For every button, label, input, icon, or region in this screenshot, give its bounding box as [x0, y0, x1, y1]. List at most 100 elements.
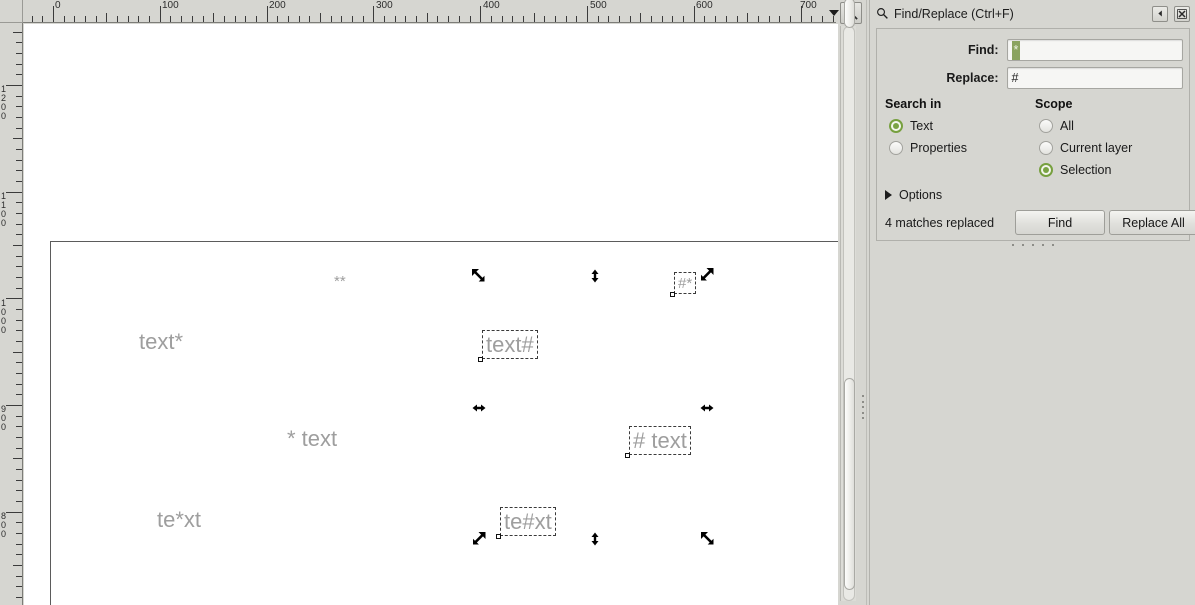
- ruler-label: 1100: [1, 191, 7, 228]
- scrollbar-thumb[interactable]: [844, 378, 855, 590]
- ruler-tick: [16, 362, 22, 363]
- ruler-tick: [16, 309, 22, 310]
- dock-left-button[interactable]: [1152, 5, 1168, 22]
- ruler-tick: [694, 6, 695, 22]
- radio-scope-all[interactable]: All: [1039, 119, 1074, 133]
- ruler-tick: [331, 16, 332, 22]
- ruler-tick: [566, 16, 567, 22]
- ruler-tick: [149, 16, 150, 22]
- canvas-vertical-scrollbar[interactable]: [840, 0, 856, 601]
- selection-corner-handle[interactable]: [670, 292, 675, 297]
- ruler-tick: [16, 448, 22, 449]
- ruler-tick: [13, 565, 22, 566]
- ruler-tick: [16, 554, 22, 555]
- vertical-ruler[interactable]: 1200 1100 1000 900 800: [0, 23, 23, 605]
- ruler-tick: [16, 256, 22, 257]
- ruler-tick: [13, 245, 22, 246]
- ruler-tick: [395, 16, 396, 22]
- radio-label-all: All: [1060, 119, 1074, 133]
- selection-corner-handle[interactable]: [625, 453, 630, 458]
- ruler-tick: [277, 16, 278, 22]
- canvas-text-object-selected[interactable]: # text: [633, 430, 687, 452]
- replace-row: Replace: #: [885, 67, 1183, 89]
- selection-scale-handle-ns[interactable]: [588, 269, 602, 283]
- canvas-text-object-selected[interactable]: text#: [486, 334, 534, 356]
- radio-scope-current-layer[interactable]: Current layer: [1039, 141, 1132, 155]
- ruler-tick: [203, 16, 204, 22]
- ruler-label: 100: [162, 0, 179, 11]
- options-disclosure[interactable]: Options: [885, 188, 942, 202]
- ruler-label: 1000: [1, 298, 7, 335]
- selection-scale-handle-ne-sw[interactable]: [472, 531, 486, 545]
- selection-scale-handle-nw-se[interactable]: [471, 268, 485, 282]
- find-button[interactable]: Find: [1015, 210, 1105, 235]
- ruler-tick: [16, 416, 22, 417]
- selection-scale-handle-nw-se[interactable]: [700, 531, 714, 545]
- ruler-tick: [640, 13, 641, 22]
- replace-input[interactable]: #: [1006, 67, 1183, 89]
- dock-left-icon: [1157, 10, 1162, 17]
- radio-scope-selection[interactable]: Selection: [1039, 163, 1111, 177]
- ruler-tick: [523, 16, 524, 22]
- ruler-tick: [256, 16, 257, 22]
- ruler-tick: [715, 16, 716, 22]
- selection-scale-handle-ne-sw[interactable]: [700, 267, 714, 281]
- application-window: 0 100 200 300 400 500 600 700 1200 1100 1000 900 80…: [0, 0, 1195, 605]
- radio-search-in-text[interactable]: Text: [889, 119, 933, 133]
- ruler-label: 0: [55, 0, 61, 11]
- canvas-text-object[interactable]: * text: [287, 428, 337, 450]
- canvas-text-object-selected[interactable]: #*: [678, 276, 692, 291]
- selection-scale-handle-ew[interactable]: [472, 401, 486, 415]
- ruler-tick: [13, 352, 22, 353]
- selection-corner-handle[interactable]: [478, 357, 483, 362]
- radio-search-in-properties[interactable]: Properties: [889, 141, 967, 155]
- ruler-tick: [779, 16, 780, 22]
- ruler-tick: [491, 16, 492, 22]
- ruler-tick: [16, 320, 22, 321]
- replace-all-button[interactable]: Replace All: [1109, 210, 1195, 235]
- canvas-text-object[interactable]: text*: [139, 331, 183, 353]
- close-panel-button[interactable]: [1174, 5, 1190, 22]
- options-label: Options: [899, 188, 943, 202]
- ruler-tick: [74, 16, 75, 22]
- ruler-tick: [16, 181, 22, 182]
- ruler-tick: [16, 170, 22, 171]
- find-replace-panel: Find/Replace (Ctrl+F) Find: * Replace: #…: [869, 0, 1195, 605]
- ruler-label: 400: [483, 0, 500, 11]
- ruler-tick: [85, 16, 86, 22]
- ruler-tick: [352, 16, 353, 22]
- find-input-value: *: [1011, 40, 1021, 60]
- ruler-tick: [405, 16, 406, 22]
- panel-resize-grip-vertical[interactable]: [861, 395, 865, 419]
- ruler-tick: [170, 16, 171, 22]
- ruler-tick: [726, 16, 727, 22]
- replace-input-value: #: [1011, 71, 1019, 85]
- ruler-tick: [16, 330, 22, 331]
- ruler-tick: [448, 16, 449, 22]
- drawing-canvas[interactable]: ** text* * text te*xt #* text# # text te#xt: [24, 24, 838, 605]
- ruler-tick: [16, 74, 22, 75]
- ruler-tick: [16, 597, 22, 598]
- ruler-tick: [16, 277, 22, 278]
- horizontal-ruler[interactable]: 0 100 200 300 400 500 600 700: [23, 0, 836, 23]
- ruler-tick: [16, 213, 22, 214]
- panel-resize-grip-horizontal[interactable]: [1012, 243, 1054, 247]
- ruler-tick: [299, 16, 300, 22]
- ruler-tick: [245, 16, 246, 22]
- ruler-tick: [32, 16, 33, 22]
- ruler-tick: [16, 202, 22, 203]
- selection-corner-handle[interactable]: [496, 534, 501, 539]
- find-input[interactable]: *: [1006, 39, 1183, 61]
- chevron-down-icon[interactable]: [829, 10, 839, 16]
- ruler-tick: [598, 16, 599, 22]
- canvas-text-object[interactable]: te*xt: [157, 509, 201, 531]
- ruler-tick: [309, 16, 310, 22]
- scope-group-title: Scope: [1035, 97, 1073, 111]
- ruler-label: 700: [800, 0, 817, 11]
- scrollbar-thumb-upper[interactable]: [844, 0, 855, 28]
- selection-scale-handle-ns[interactable]: [588, 532, 602, 546]
- selection-scale-handle-ew[interactable]: [700, 401, 714, 415]
- canvas-text-object[interactable]: **: [334, 274, 346, 289]
- canvas-text-object-selected[interactable]: te#xt: [504, 511, 552, 533]
- ruler-tick: [16, 160, 22, 161]
